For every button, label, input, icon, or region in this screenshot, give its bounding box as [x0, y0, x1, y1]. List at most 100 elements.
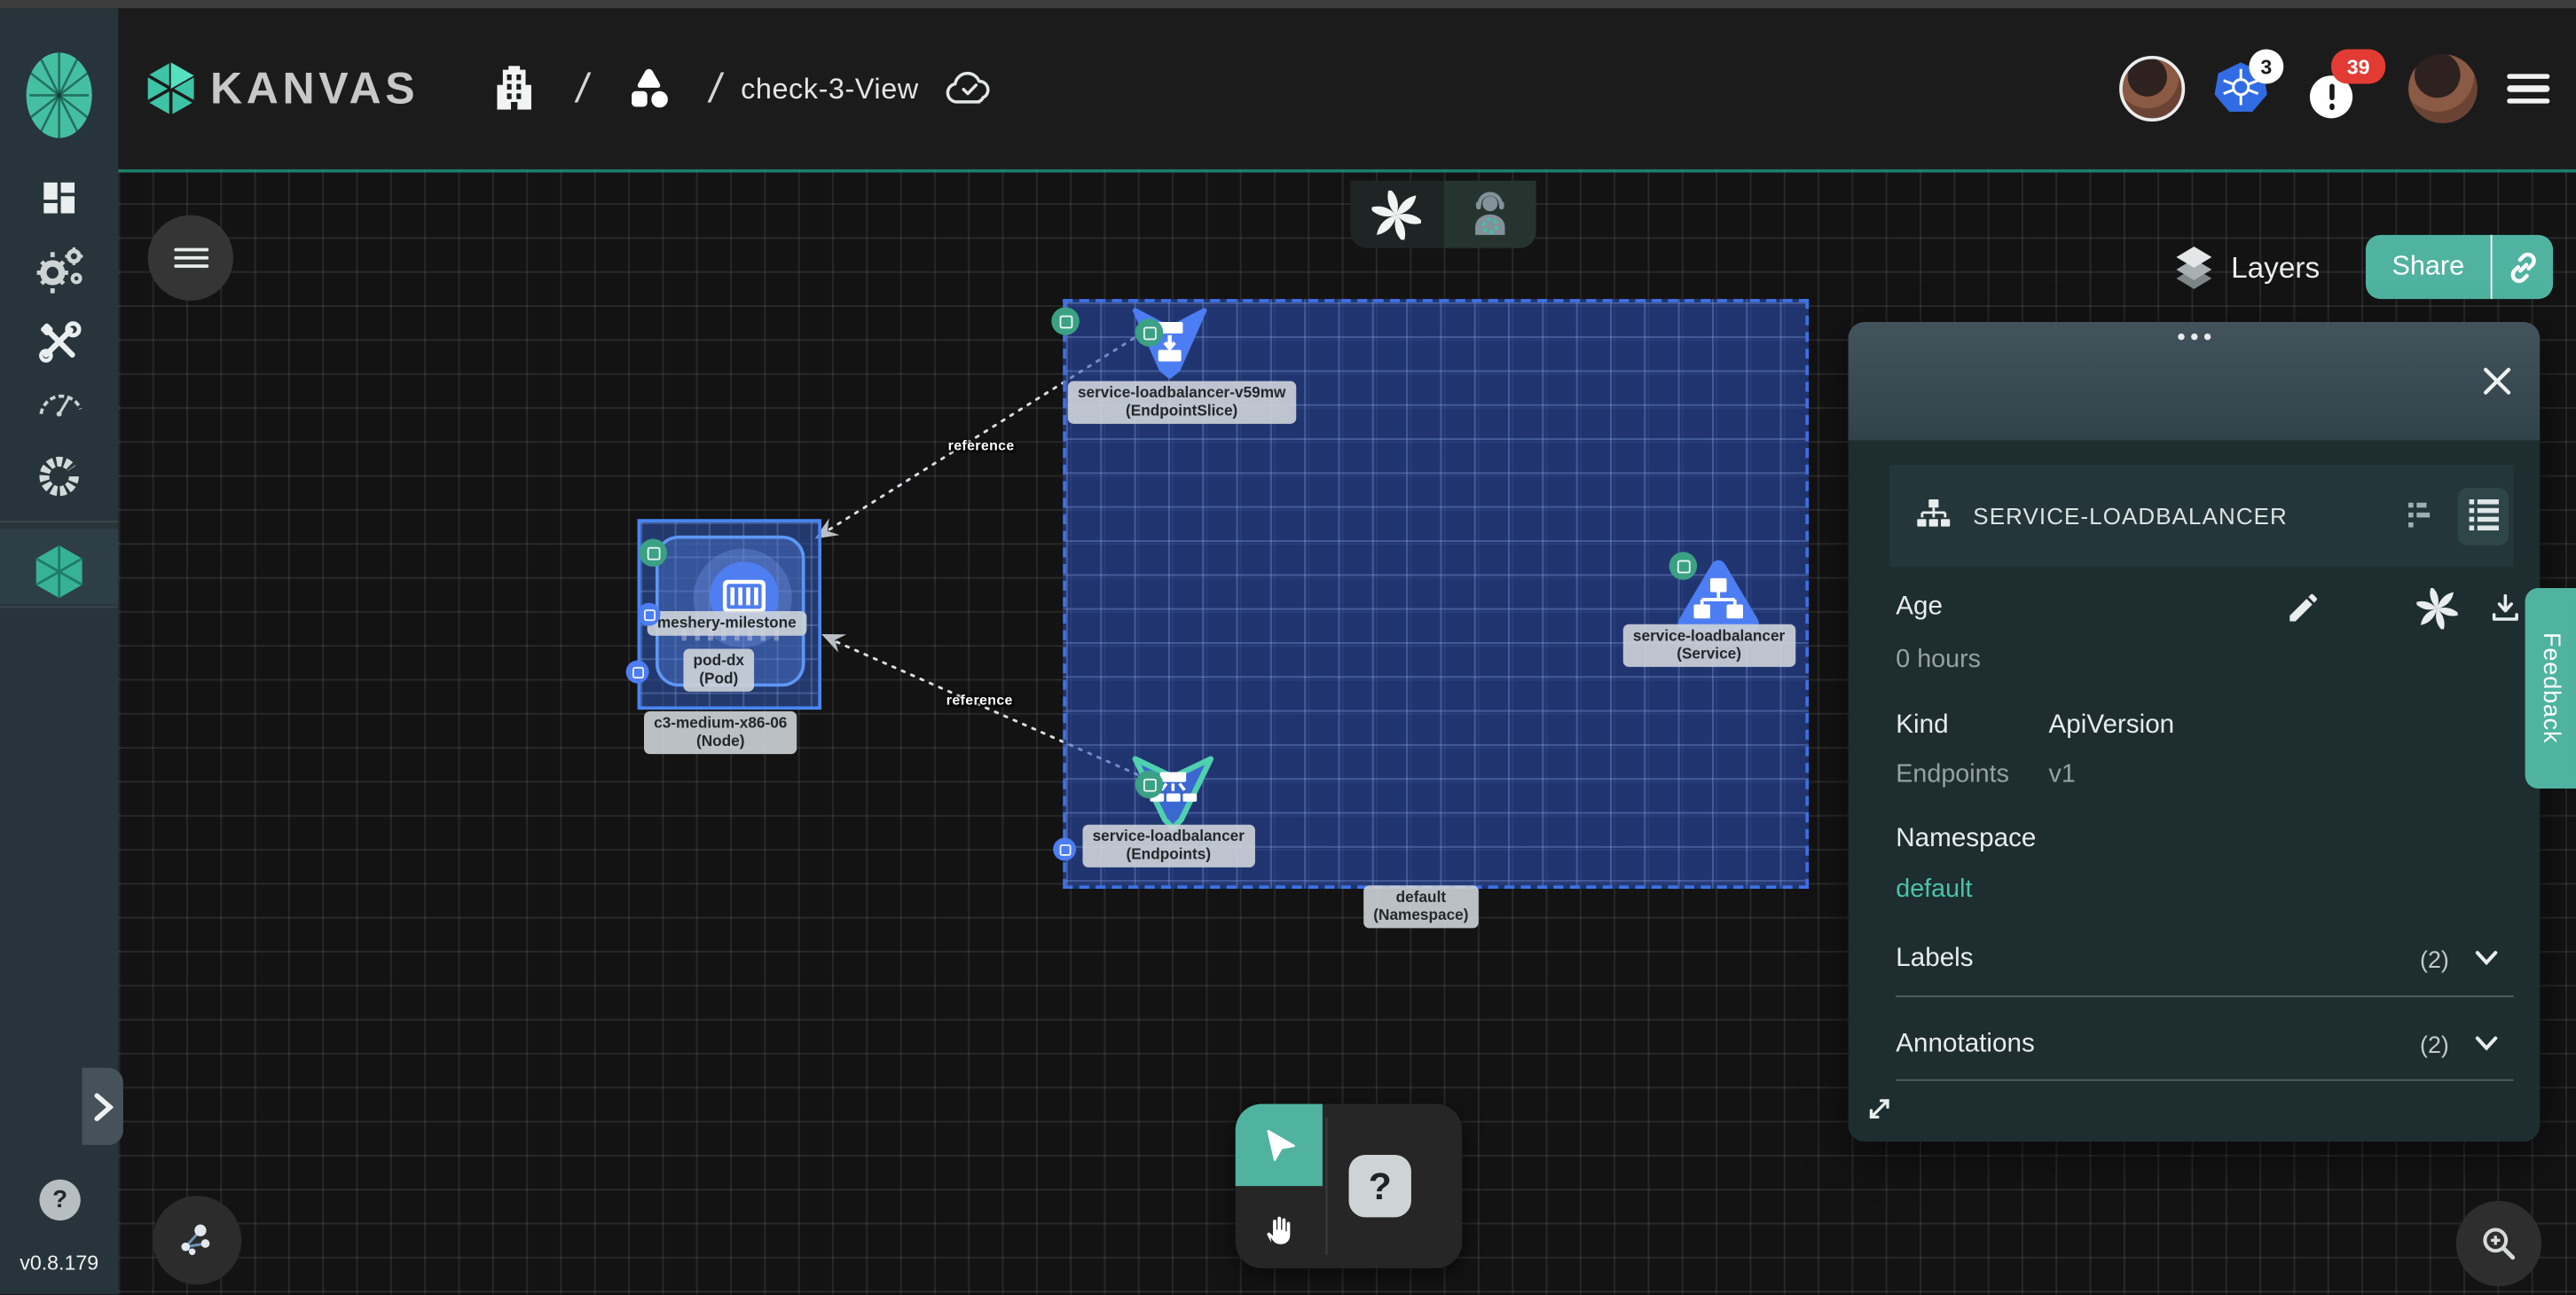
- list-view-icon: [2467, 498, 2500, 534]
- status-badge[interactable]: [1051, 307, 1079, 334]
- divider: [1896, 1079, 2513, 1081]
- annotations-expand-button[interactable]: [2474, 1035, 2499, 1053]
- sidebar-expand-button[interactable]: [82, 1068, 123, 1145]
- endpoints-label[interactable]: service-loadbalancer (Endpoints): [1082, 825, 1254, 867]
- panel-title: SERVICE-LOADBALANCER: [1973, 503, 2405, 530]
- panel-header[interactable]: [1849, 322, 2541, 440]
- header-menu-button[interactable]: [2507, 67, 2549, 111]
- edge-label-reference[interactable]: reference: [946, 692, 1013, 709]
- select-tool-button[interactable]: [1236, 1104, 1323, 1187]
- status-badge[interactable]: [639, 538, 666, 566]
- pod-label[interactable]: pod-dx (Pod): [683, 649, 754, 692]
- panel-expand-button[interactable]: [1865, 1094, 1894, 1123]
- status-badge[interactable]: [626, 661, 649, 684]
- kanvas-logo-icon: [146, 61, 196, 117]
- outline-view-icon: [2405, 499, 2434, 532]
- notification-count-badge: 39: [2331, 50, 2385, 84]
- magnifier-plus-icon: [2478, 1222, 2520, 1265]
- download-icon: [2487, 590, 2524, 626]
- sidebar-item-toolbox[interactable]: [35, 317, 84, 366]
- hand-icon: [1259, 1206, 1300, 1247]
- feedback-tab[interactable]: Feedback: [2525, 588, 2576, 789]
- k8s-node-label[interactable]: c3-medium-x86-06 (Node): [644, 711, 797, 754]
- sidebar-item-dashboard[interactable]: [39, 177, 80, 218]
- namespace-label: Namespace: [1896, 825, 2036, 854]
- status-badge[interactable]: [1053, 838, 1076, 861]
- sidebar-item-kanvas[interactable]: [35, 544, 84, 600]
- kanvas-oval-logo-icon: [21, 48, 97, 143]
- kubernetes-count-badge: 3: [2249, 50, 2283, 84]
- outline-view-toggle[interactable]: [2405, 499, 2434, 532]
- kind-label: Kind: [1896, 711, 1948, 741]
- apiversion-value: v1: [2048, 760, 2075, 789]
- network-graph-icon: [172, 1216, 222, 1266]
- details-panel: SERVICE-LOADBALANCER: [1849, 322, 2541, 1142]
- sidebar-item-lifecycle[interactable]: [29, 239, 89, 299]
- zoom-in-button[interactable]: [2456, 1201, 2541, 1286]
- breadcrumb-view-name[interactable]: check-3-View: [741, 72, 919, 106]
- breadcrumb-separator: /: [705, 65, 725, 113]
- apiversion-label: ApiVersion: [2048, 711, 2174, 741]
- sidebar-item-performance[interactable]: [33, 383, 85, 420]
- drag-handle-icon[interactable]: [2177, 334, 2211, 341]
- service-label[interactable]: service-loadbalancer (Service): [1623, 624, 1795, 667]
- namespace-value-link[interactable]: default: [1896, 875, 1972, 905]
- notifications-button[interactable]: 39: [2310, 52, 2379, 124]
- age-label: Age: [1896, 593, 1943, 623]
- panel-title-row: SERVICE-LOADBALANCER: [1889, 465, 2514, 567]
- meshery-swirl-icon: [2416, 588, 2457, 629]
- age-value: 0 hours: [1896, 646, 1981, 675]
- help-glyph: ?: [1369, 1164, 1392, 1208]
- status-badge[interactable]: [1135, 771, 1163, 798]
- endpointslice-label[interactable]: service-loadbalancer-v59mw (EndpointSlic…: [1068, 381, 1296, 424]
- workspace-icon[interactable]: [624, 64, 674, 114]
- divider: [1896, 995, 2513, 997]
- meshery-actions-button[interactable]: [2416, 588, 2457, 629]
- chevron-down-icon: [2474, 1035, 2499, 1053]
- edit-button[interactable]: [2285, 590, 2321, 626]
- pan-tool-button[interactable]: [1236, 1186, 1323, 1268]
- sidebar-item-adapters[interactable]: [31, 449, 87, 505]
- cursor-icon: [1260, 1126, 1299, 1165]
- list-view-toggle[interactable]: [2458, 487, 2509, 545]
- window-top-strip: [0, 0, 2576, 8]
- chevron-right-icon: [93, 1092, 113, 1121]
- user-avatar[interactable]: [2408, 54, 2478, 123]
- status-badge[interactable]: [638, 603, 661, 626]
- container-label[interactable]: meshery-milestone: [648, 611, 806, 636]
- sidebar-divider: [0, 606, 118, 608]
- kind-value: Endpoints: [1896, 760, 2009, 789]
- tools-icon: [35, 317, 84, 366]
- app-wordmark: KANVAS: [210, 63, 419, 114]
- help-button[interactable]: ?: [39, 1180, 80, 1220]
- divider: [1326, 1117, 1328, 1255]
- help-glyph: ?: [52, 1186, 67, 1213]
- edge-label-reference[interactable]: reference: [948, 437, 1015, 454]
- kanvas-app: ? v0.8.179 KANVAS /: [0, 0, 2576, 1294]
- organization-icon[interactable]: [491, 64, 538, 114]
- app-version: v0.8.179: [0, 1252, 118, 1275]
- close-icon: [2481, 365, 2514, 397]
- cursor-tool-panel: ?: [1236, 1104, 1463, 1268]
- feedback-label: Feedback: [2537, 632, 2564, 743]
- labels-expand-button[interactable]: [2474, 949, 2499, 967]
- kanvas-round-logo[interactable]: [21, 48, 97, 143]
- annotations-count: (2): [2420, 1033, 2449, 1060]
- avatar[interactable]: [2119, 56, 2185, 122]
- namespace-label[interactable]: default (Namespace): [1363, 885, 1478, 928]
- pencil-icon: [2285, 590, 2321, 626]
- status-badge[interactable]: [1135, 318, 1163, 346]
- kubernetes-context-switcher[interactable]: 3: [2215, 56, 2281, 122]
- sidebar-divider: [0, 521, 118, 522]
- relationship-view-button[interactable]: [153, 1196, 241, 1284]
- expand-diagonal-icon: [1865, 1094, 1894, 1123]
- cloud-saved-icon: [944, 67, 996, 110]
- close-panel-button[interactable]: [2478, 361, 2517, 400]
- chevron-down-icon: [2474, 949, 2499, 967]
- status-badge[interactable]: [1669, 552, 1697, 579]
- labels-count: (2): [2420, 948, 2449, 975]
- download-button[interactable]: [2487, 590, 2524, 626]
- service-loadbalancer-icon: [1914, 498, 1953, 534]
- top-header: KANVAS / / check-3-View: [118, 8, 2576, 169]
- canvas-help-button[interactable]: ?: [1349, 1155, 1411, 1217]
